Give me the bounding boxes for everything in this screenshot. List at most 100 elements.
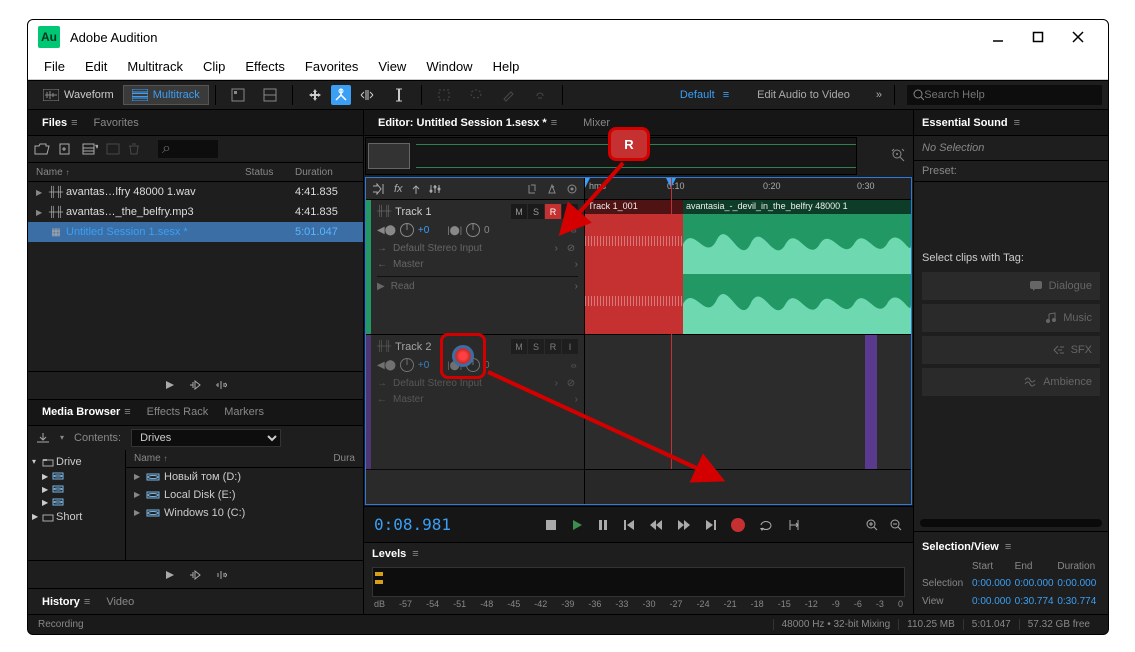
rewind-button[interactable] — [649, 519, 663, 531]
col-duration[interactable]: Duration — [295, 167, 355, 178]
view-end[interactable]: 0:30.774 — [1015, 596, 1058, 607]
workspace-edit-audio-video[interactable]: Edit Audio to Video — [737, 89, 870, 101]
play-icon[interactable] — [165, 380, 175, 390]
menu-view[interactable]: View — [368, 55, 416, 78]
volume-value[interactable]: +0 — [418, 225, 429, 236]
loop-icon[interactable] — [215, 570, 227, 580]
menu-edit[interactable]: Edit — [75, 55, 117, 78]
tree-node[interactable]: ▶ — [28, 470, 125, 483]
timeline[interactable]: hms 0:10 0:20 0:30 Track 1_001 — [585, 178, 911, 504]
view-dur[interactable]: 0:30.774 — [1057, 596, 1100, 607]
go-to-end-button[interactable] — [705, 519, 717, 531]
track-header[interactable]: ╫╫ Track 2 M S R I ◀⬤ — [366, 335, 584, 470]
overview-navigator[interactable] — [365, 137, 857, 175]
tag-music-button[interactable]: Music — [922, 304, 1100, 332]
essential-sound-header[interactable]: Essential Sound≡ — [914, 110, 1108, 136]
video-tab[interactable]: Video — [98, 592, 142, 612]
track-lane[interactable] — [585, 335, 911, 470]
editor-tab[interactable]: Editor: Untitled Session 1.sesx *≡ — [370, 113, 565, 133]
menu-effects[interactable]: Effects — [235, 55, 295, 78]
open-file-icon[interactable] — [34, 143, 50, 155]
tag-ambience-button[interactable]: Ambience — [922, 368, 1100, 396]
skip-selection-button[interactable] — [787, 519, 801, 531]
levels-meter[interactable] — [372, 567, 905, 597]
solo-button[interactable]: S — [528, 339, 544, 354]
heal-tool[interactable] — [524, 84, 556, 106]
close-button[interactable] — [1058, 22, 1098, 52]
phase-icon[interactable]: ⦵ — [570, 225, 578, 236]
file-row[interactable]: ▶ ╫╫ avantas…_the_belfry.mp3 4:41.835 — [28, 202, 363, 222]
metronome-icon[interactable] — [546, 183, 558, 195]
automation-label[interactable]: Read — [391, 281, 569, 292]
arm-record-button[interactable]: R — [545, 339, 561, 354]
file-row[interactable]: ▶ ╫╫ avantas…lfry 48000 1.wav 4:41.835 — [28, 182, 363, 202]
mute-button[interactable]: M — [511, 204, 527, 219]
stereo-icon[interactable]: ⊘ — [564, 241, 578, 255]
monitor-button[interactable]: I — [562, 204, 578, 219]
file-row[interactable]: ▦ Untitled Session 1.sesx * 5:01.047 — [28, 222, 363, 242]
stop-button[interactable] — [545, 519, 557, 531]
essential-sound-preset[interactable]: Preset: — [914, 161, 1108, 182]
tree-node[interactable]: ▾Drive — [28, 454, 125, 470]
inputs-icon[interactable] — [372, 183, 386, 195]
files-tab[interactable]: Files≡ — [34, 113, 86, 133]
effects-rack-tab[interactable]: Effects Rack — [139, 402, 217, 422]
arm-record-button[interactable]: R — [545, 204, 561, 219]
solo-button[interactable]: S — [528, 204, 544, 219]
markers-tab[interactable]: Markers — [216, 402, 272, 422]
sends-icon[interactable] — [411, 183, 421, 195]
tree-node[interactable]: ▶ — [28, 496, 125, 509]
rec-arm-all-icon[interactable] — [566, 183, 578, 195]
pan-value[interactable]: 0 — [484, 225, 490, 236]
tree-node[interactable]: ▶ — [28, 483, 125, 496]
record-button[interactable] — [731, 518, 745, 532]
tag-dialogue-button[interactable]: Dialogue — [922, 272, 1100, 300]
track-name[interactable]: Track 2 — [395, 341, 507, 353]
menu-window[interactable]: Window — [416, 55, 482, 78]
contents-dropdown[interactable]: Drives — [131, 429, 281, 447]
levels-header[interactable]: Levels≡ — [364, 543, 913, 565]
drive-row[interactable]: ▶Local Disk (E:) — [126, 486, 363, 504]
play-button[interactable] — [571, 519, 583, 531]
media-browser-tab[interactable]: Media Browser≡ — [34, 402, 139, 422]
trash-icon[interactable] — [128, 143, 140, 155]
audio-clip[interactable]: Track 1_001 — [585, 200, 683, 334]
expand-icon[interactable]: ▶ — [36, 188, 46, 197]
spectral-button[interactable] — [254, 84, 286, 106]
search-help-box[interactable] — [907, 85, 1102, 105]
pause-button[interactable] — [597, 519, 609, 531]
fast-forward-button[interactable] — [677, 519, 691, 531]
minimize-button[interactable] — [978, 22, 1018, 52]
tree-node[interactable]: ▶Short — [28, 509, 125, 525]
multitrack-mode-button[interactable]: Multitrack — [123, 85, 209, 105]
favorites-tab[interactable]: Favorites — [86, 113, 147, 133]
lasso-tool[interactable] — [460, 84, 492, 106]
volume-knob[interactable] — [400, 223, 414, 237]
audio-clip[interactable]: avantasia_-_devil_in_the_belfry 48000 1 — [683, 200, 911, 334]
input-label[interactable]: Default Stereo Input — [393, 243, 549, 254]
output-label[interactable]: Master — [393, 394, 569, 405]
marquee-tool[interactable] — [428, 84, 460, 106]
files-search[interactable]: ⌕ — [158, 140, 218, 158]
pan-knob[interactable] — [466, 223, 480, 237]
move-tool[interactable] — [299, 84, 331, 106]
new-file-icon[interactable] — [58, 143, 74, 155]
sel-dur[interactable]: 0:00.000 — [1057, 578, 1100, 589]
workspace-menu-icon[interactable]: ≡ — [715, 89, 737, 101]
sel-end[interactable]: 0:00.000 — [1015, 578, 1058, 589]
razor-tool[interactable] — [331, 85, 351, 105]
workspace-more-icon[interactable]: » — [870, 89, 888, 101]
track-handle-icon[interactable]: ╫╫ — [377, 341, 391, 352]
track-handle-icon[interactable]: ╫╫ — [377, 206, 391, 217]
menu-help[interactable]: Help — [483, 55, 530, 78]
import-icon[interactable] — [36, 432, 50, 444]
track-name[interactable]: Track 1 — [395, 206, 507, 218]
zoom-in-button[interactable] — [865, 518, 879, 532]
scrollbar[interactable] — [920, 519, 1102, 527]
maximize-button[interactable] — [1018, 22, 1058, 52]
sel-start[interactable]: 0:00.000 — [972, 578, 1015, 589]
waveform-mode-button[interactable]: Waveform — [34, 85, 123, 105]
input-label[interactable]: Default Stereo Input — [393, 378, 549, 389]
menu-favorites[interactable]: Favorites — [295, 55, 368, 78]
slip-tool[interactable] — [351, 84, 383, 106]
